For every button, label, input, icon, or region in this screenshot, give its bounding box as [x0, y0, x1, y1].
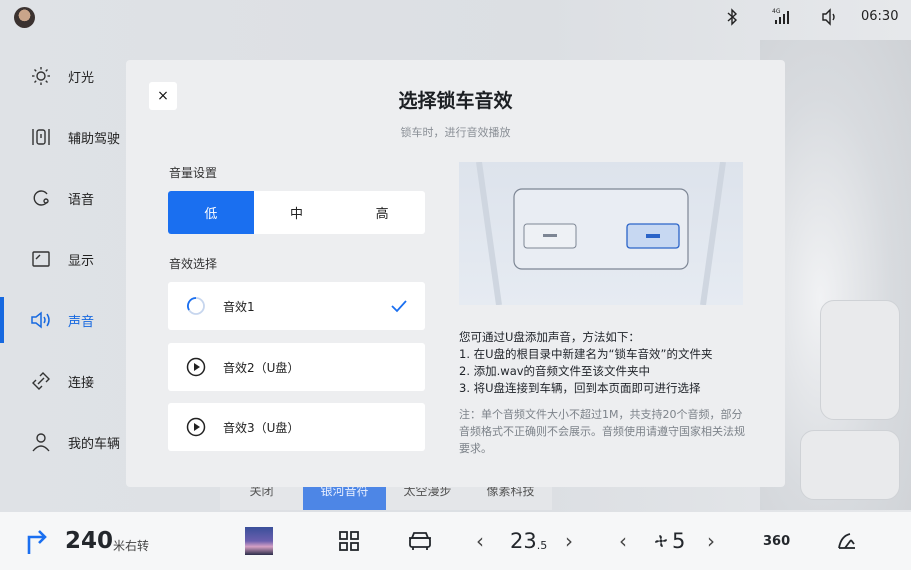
voice-icon: [30, 187, 52, 209]
sound-option-3[interactable]: 音效3（U盘）: [168, 403, 425, 451]
sidebar-item-lights[interactable]: 灯光: [0, 53, 128, 99]
instruction-step: 3. 将U盘连接到车辆，回到本页面即可进行选择: [459, 381, 701, 395]
speaker-icon: [30, 309, 52, 331]
usb-port-illustration: [459, 162, 743, 305]
sidebar-item-label: 语音: [68, 192, 95, 208]
sidebar-item-my-vehicle[interactable]: 我的车辆: [0, 419, 128, 465]
sound-option-1[interactable]: 音效1: [168, 282, 425, 330]
status-bar: 4G 06:30: [0, 0, 911, 36]
nav-instruction: 米右转: [113, 538, 150, 553]
volume-option-high[interactable]: 高: [339, 191, 425, 234]
volume-option-low[interactable]: 低: [168, 191, 254, 234]
check-icon: [389, 296, 409, 316]
volume-label: 音量设置: [169, 166, 218, 180]
sound-option-label: 音效1: [223, 300, 255, 314]
instructions-heading: 您可通过U盘添加声音，方法如下：: [459, 330, 640, 344]
lane-assist-icon: [30, 126, 52, 148]
usb-note: 注：单个音频文件大小不超过1M，共支持20个音频，部分音频格式不正确则不会展示。…: [459, 408, 745, 455]
person-icon: [30, 431, 52, 453]
link-icon: [30, 370, 52, 392]
temp-increase-icon[interactable]: ›: [565, 512, 573, 570]
media-thumbnail[interactable]: [245, 527, 273, 555]
bluetooth-icon: [725, 8, 739, 30]
sound-select-label: 音效选择: [169, 257, 218, 271]
fan-decrease-icon[interactable]: ‹: [619, 512, 627, 570]
wiper-icon[interactable]: [836, 512, 858, 570]
apps-grid-icon[interactable]: [338, 512, 360, 570]
sound-option-label: 音效3（U盘）: [223, 421, 300, 435]
nav-distance: 240: [65, 528, 114, 554]
fan-increase-icon[interactable]: ›: [707, 512, 715, 570]
play-icon: [186, 417, 206, 437]
car-control-icon[interactable]: [407, 512, 433, 570]
svg-text:4G: 4G: [772, 8, 781, 15]
cellular-signal-icon: 4G: [772, 6, 790, 30]
dialog-subtitle: 锁车时，进行音效播放: [400, 126, 511, 139]
sidebar-item-label: 显示: [68, 253, 95, 269]
temp-decrease-icon[interactable]: ‹: [476, 512, 484, 570]
loading-icon: [186, 296, 206, 316]
sidebar-item-label: 声音: [68, 314, 95, 330]
play-icon: [186, 357, 206, 377]
clock: 06:30: [861, 9, 899, 24]
sound-option-label: 音效2（U盘）: [223, 361, 300, 375]
volume-segmented-control: 低 中 高: [168, 191, 425, 234]
dialog-title: 选择锁车音效: [398, 90, 513, 112]
sidebar-item-display[interactable]: 显示: [0, 236, 128, 282]
sidebar-item-sound[interactable]: 声音: [0, 297, 128, 343]
sidebar-item-voice[interactable]: 语音: [0, 175, 128, 221]
avatar[interactable]: [14, 7, 35, 28]
sun-icon: [30, 65, 52, 87]
sidebar-item-label: 灯光: [68, 70, 95, 86]
bottom-dock: 240 米右转 ‹ 23.5 › ‹ 5 › 360: [0, 512, 911, 570]
fan-icon: [654, 512, 668, 570]
instruction-step: 1. 在U盘的根目录中新建名为“锁车音效”的文件夹: [459, 347, 713, 361]
sound-option-2[interactable]: 音效2（U盘）: [168, 343, 425, 391]
sidebar-item-label: 辅助驾驶: [68, 131, 121, 147]
sidebar-item-connect[interactable]: 连接: [0, 358, 128, 404]
usb-instructions: 您可通过U盘添加声音，方法如下： 1. 在U盘的根目录中新建名为“锁车音效”的文…: [459, 329, 759, 397]
sidebar-item-label: 我的车辆: [68, 436, 121, 452]
temperature-value: 23.5: [510, 512, 547, 570]
lock-sound-dialog: × 选择锁车音效 锁车时，进行音效播放 音量设置 低 中 高 音效选择 音效1 …: [126, 60, 785, 487]
sidebar-item-driving-assist[interactable]: 辅助驾驶: [0, 114, 128, 160]
turn-right-icon: [24, 512, 50, 570]
temperature-decimal: .5: [536, 538, 548, 552]
view-360-icon[interactable]: 360: [763, 512, 790, 570]
instruction-step: 2. 添加.wav的音频文件至该文件夹中: [459, 364, 651, 378]
view-360-label: 360: [763, 533, 791, 549]
display-icon: [30, 248, 52, 270]
sidebar-item-label: 连接: [68, 375, 95, 391]
volume-icon: [821, 8, 839, 30]
volume-option-mid[interactable]: 中: [254, 191, 340, 234]
temperature-integer: 23: [510, 529, 537, 553]
fan-speed: 5: [672, 529, 686, 553]
